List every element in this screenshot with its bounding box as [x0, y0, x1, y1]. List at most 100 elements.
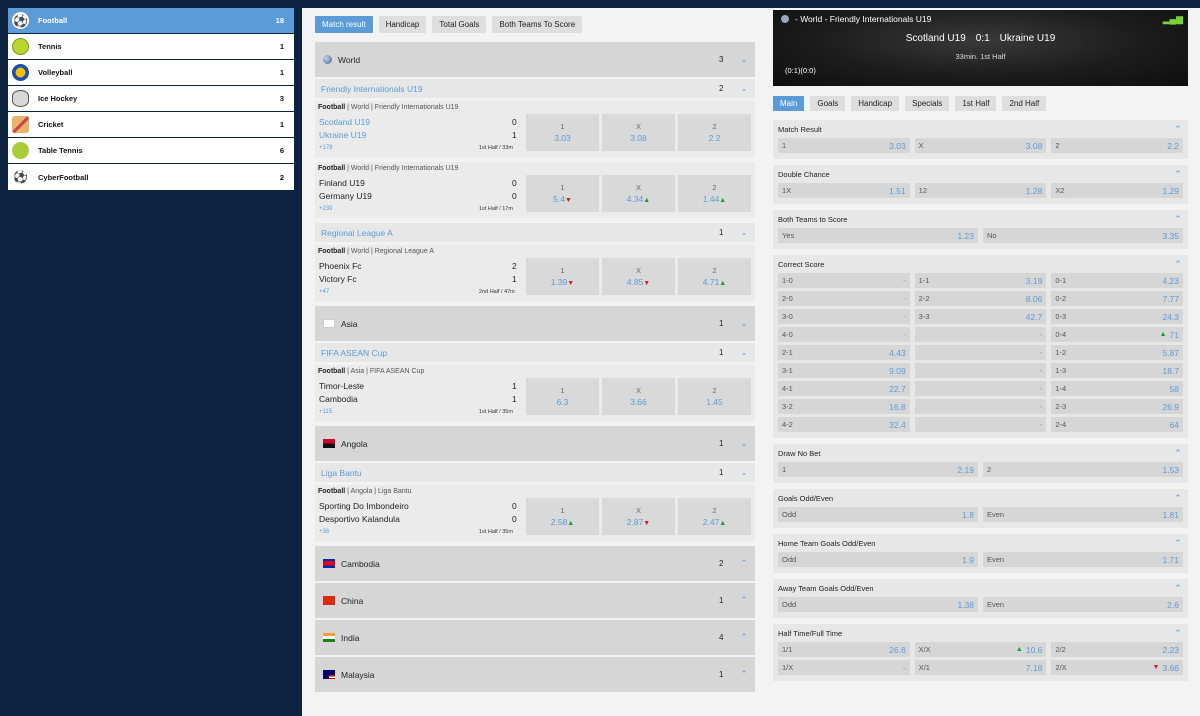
odds-button[interactable]: 2-3 26.9	[1051, 399, 1184, 414]
odds-button[interactable]: 2-4 64	[1051, 417, 1184, 432]
odds-button[interactable]: -	[914, 381, 1047, 396]
match-card[interactable]: Football | Angola | Liga Bantu Sporting …	[315, 485, 755, 541]
odd-draw-button[interactable]: X 3.66	[602, 378, 675, 415]
odds-button[interactable]: 3-2 16.8	[778, 399, 910, 414]
odds-button[interactable]: 1-4 58	[1051, 381, 1184, 396]
tab-goals[interactable]: Goals	[810, 96, 846, 111]
market-header[interactable]: Both Teams to Score ⌃	[773, 210, 1188, 228]
home-team[interactable]: Scotland U19	[319, 117, 370, 127]
odds-button[interactable]: 1 3.03	[778, 138, 910, 153]
odds-button[interactable]: 3-3 42.7	[914, 309, 1047, 324]
odd-home-button[interactable]: 1 3.03	[526, 114, 599, 151]
tab-main[interactable]: Main	[773, 96, 805, 111]
odds-button[interactable]: 2/X ▼ 3.66	[1051, 660, 1184, 675]
odd-away-button[interactable]: 2 1.45	[678, 378, 751, 415]
signal-bars-icon[interactable]: ▂▄▆	[1163, 14, 1183, 25]
country-header-india[interactable]: India 4 ⌃	[315, 620, 755, 655]
odds-button[interactable]: -	[914, 363, 1047, 378]
odd-away-button[interactable]: 2 2.2	[678, 114, 751, 151]
odds-button[interactable]: 12 1.28	[914, 183, 1047, 198]
away-team[interactable]: Ukraine U19	[319, 130, 366, 140]
odds-button[interactable]: -	[914, 345, 1047, 360]
away-team[interactable]: Cambodia	[319, 394, 358, 404]
match-card[interactable]: Football | Asia | FIFA ASEAN Cup Timor-L…	[315, 365, 755, 421]
league-header[interactable]: Regional League A 1 ⌄	[315, 223, 755, 242]
more-markets-link[interactable]: +47	[319, 289, 329, 295]
more-markets-link[interactable]: +178	[319, 145, 333, 151]
more-markets-link[interactable]: +115	[319, 409, 332, 415]
home-team[interactable]: Finland U19	[319, 178, 365, 188]
odd-away-button[interactable]: 2 4.71▲	[678, 258, 751, 295]
market-header[interactable]: Correct Score ⌃	[773, 255, 1188, 273]
odds-button[interactable]: 2 1.53	[983, 462, 1183, 477]
odds-button[interactable]: -	[914, 327, 1047, 342]
match-card[interactable]: Football | World | Regional League A Pho…	[315, 245, 755, 301]
odds-button[interactable]: 0-2 7.77	[1051, 291, 1184, 306]
tab-specials[interactable]: Specials	[905, 96, 950, 111]
odds-button[interactable]: 4-0 -	[778, 327, 910, 342]
home-team[interactable]: Phoenix Fc	[319, 261, 362, 271]
odd-draw-button[interactable]: X 4.85▼	[602, 258, 675, 295]
odds-button[interactable]: 1 2.19	[778, 462, 978, 477]
market-header[interactable]: Home Team Goals Odd/Even ⌃	[773, 534, 1188, 552]
away-team[interactable]: Victory Fc	[319, 274, 357, 284]
tab-total-goals[interactable]: Total Goals	[432, 16, 487, 33]
odds-button[interactable]: Even 2.6	[983, 597, 1183, 612]
odds-button[interactable]: X/1 7.18	[914, 660, 1047, 675]
odds-button[interactable]: X 3.08	[914, 138, 1047, 153]
tab-match-result[interactable]: Match result	[315, 16, 373, 33]
away-team[interactable]: Desportivo Kalandula	[319, 514, 400, 524]
odds-button[interactable]: 2 2.2	[1051, 138, 1184, 153]
odds-button[interactable]: 0-1 4.23	[1051, 273, 1184, 288]
odds-button[interactable]: 1-3 18.7	[1051, 363, 1184, 378]
odds-button[interactable]: 3-1 9.09	[778, 363, 910, 378]
odds-button[interactable]: X2 1.29	[1051, 183, 1184, 198]
country-header-asia[interactable]: Asia 1 ⌄	[315, 306, 755, 341]
odd-draw-button[interactable]: X 2.87▼	[602, 498, 675, 535]
odd-home-button[interactable]: 1 6.3	[526, 378, 599, 415]
country-header-malaysia[interactable]: Malaysia 1 ⌃	[315, 657, 755, 692]
odds-button[interactable]: -	[914, 399, 1047, 414]
odds-button[interactable]: 2-0 -	[778, 291, 910, 306]
odds-button[interactable]: Even 1.71	[983, 552, 1183, 567]
odds-button[interactable]: 0-3 24.3	[1051, 309, 1184, 324]
tab-both-teams-to-score[interactable]: Both Teams To Score	[492, 16, 583, 33]
sport-item-volleyball[interactable]: Volleyball 1	[8, 60, 294, 86]
odds-button[interactable]: Yes 1.23	[778, 228, 978, 243]
sport-item-ice-hockey[interactable]: Ice Hockey 3	[8, 86, 294, 112]
tab-2nd-half[interactable]: 2nd Half	[1002, 96, 1047, 111]
odds-button[interactable]: 2-1 4.43	[778, 345, 910, 360]
sport-item-table-tennis[interactable]: Table Tennis 6	[8, 138, 294, 164]
home-team[interactable]: Timor-Leste	[319, 381, 364, 391]
odd-draw-button[interactable]: X 3.08	[602, 114, 675, 151]
odds-button[interactable]: 2/2 2.23	[1051, 642, 1184, 657]
odds-button[interactable]: 1-2 5.87	[1051, 345, 1184, 360]
odd-away-button[interactable]: 2 2.47▲	[678, 498, 751, 535]
sport-item-cyberfootball[interactable]: ⚽ CyberFootball 2	[8, 164, 294, 190]
tab-1st-half[interactable]: 1st Half	[955, 96, 997, 111]
odd-away-button[interactable]: 2 1.44▲	[678, 175, 751, 212]
tab-handicap[interactable]: Handicap	[851, 96, 900, 111]
sport-item-football[interactable]: ⚽ Football 18	[8, 8, 294, 34]
more-markets-link[interactable]: +239	[319, 206, 333, 212]
odd-home-button[interactable]: 1 1.39▼	[526, 258, 599, 295]
odds-button[interactable]: Odd 1.38	[778, 597, 978, 612]
market-header[interactable]: Double Chance ⌃	[773, 165, 1188, 183]
country-header-cambodia[interactable]: Cambodia 2 ⌃	[315, 546, 755, 581]
odds-button[interactable]: 2-2 8.06	[914, 291, 1047, 306]
away-team[interactable]: Germany U19	[319, 191, 372, 201]
country-header-angola[interactable]: Angola 1 ⌄	[315, 426, 755, 461]
market-header[interactable]: Half Time/Full Time ⌃	[773, 624, 1188, 642]
market-header[interactable]: Goals Odd/Even ⌃	[773, 489, 1188, 507]
odds-button[interactable]: Odd 1.8	[778, 507, 978, 522]
match-card[interactable]: Football | World | Friendly Internationa…	[315, 162, 755, 218]
odds-button[interactable]: 1X 1.51	[778, 183, 910, 198]
tab-handicap[interactable]: Handicap	[378, 16, 427, 33]
home-team[interactable]: Sporting Do Imbondeiro	[319, 501, 409, 511]
odds-button[interactable]: 1/1 26.8	[778, 642, 910, 657]
odds-button[interactable]: No 3.35	[983, 228, 1183, 243]
odds-button[interactable]: 3-0 -	[778, 309, 910, 324]
league-header[interactable]: Liga Bantu 1 ⌄	[315, 463, 755, 482]
odds-button[interactable]: X/X ▲ 10.6	[914, 642, 1047, 657]
odds-button[interactable]: Even 1.81	[983, 507, 1183, 522]
